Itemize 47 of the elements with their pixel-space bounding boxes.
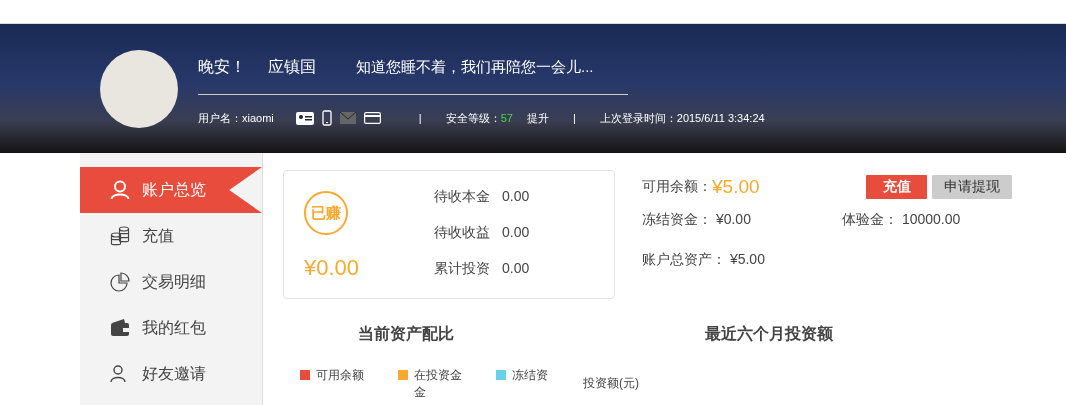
last-login: 上次登录时间：2015/6/11 3:34:24 xyxy=(599,110,765,126)
total-assets-label: 账户总资产： xyxy=(642,251,726,267)
stat-value: 0.00 xyxy=(502,260,530,278)
pie-chart-icon xyxy=(110,272,130,292)
stat-label: 累计投资 xyxy=(434,260,490,278)
security-label: 安全等级： xyxy=(445,110,501,126)
total-assets: ¥5.00 xyxy=(729,251,765,267)
available-balance: ¥5.00 xyxy=(712,176,760,198)
earned-amount: ¥0.00 xyxy=(304,255,361,281)
separator: | xyxy=(418,112,422,124)
stat-label: 待收本金 xyxy=(434,188,490,206)
coins-icon xyxy=(110,226,130,246)
separator: | xyxy=(572,112,576,124)
sidebar-item[interactable]: 充值 xyxy=(80,213,262,259)
legend-label: 冻结资 xyxy=(512,367,549,384)
username-label: 用户名： xyxy=(198,110,242,126)
legend-label: 在投资金金 xyxy=(414,367,463,401)
recharge-button[interactable]: 充值 xyxy=(866,175,927,199)
upgrade-link[interactable]: 提升 xyxy=(526,110,549,126)
trial-funds-label: 体验金： xyxy=(842,211,898,227)
available-balance-label: 可用余额： xyxy=(642,178,712,196)
username: xiaomi xyxy=(242,112,274,124)
sidebar-item[interactable]: 账户总览 xyxy=(80,167,262,213)
stat-value: 0.00 xyxy=(502,188,530,206)
greeting: 晚安！ xyxy=(198,57,246,77)
axis-label: 投资额(元) xyxy=(583,375,640,392)
stat-label: 待收收益 xyxy=(434,224,490,242)
earned-badge: 已赚 xyxy=(304,191,348,235)
security-level: 57 xyxy=(500,112,513,124)
user-icon xyxy=(110,180,130,200)
chart-title: 最近六个月投资额 xyxy=(705,324,834,344)
stat-value: 0.00 xyxy=(502,224,530,242)
wallet-icon xyxy=(110,319,130,337)
slogan: 知道您睡不着，我们再陪您一会儿... xyxy=(356,58,594,77)
sidebar-item[interactable]: 交易明细 xyxy=(80,259,262,305)
trial-funds: 10000.00 xyxy=(901,211,961,227)
bank-card-icon[interactable] xyxy=(363,112,381,124)
withdraw-button[interactable]: 申请提现 xyxy=(932,175,1012,199)
phone-icon[interactable] xyxy=(321,110,332,126)
sidebar-item[interactable]: 好友邀请 xyxy=(80,351,262,397)
legend-label: 可用余额 xyxy=(316,367,365,384)
id-card-icon[interactable] xyxy=(295,111,314,125)
frozen-funds: ¥0.00 xyxy=(715,211,751,227)
chart-title: 当前资产配比 xyxy=(358,324,455,344)
sidebar-item[interactable]: 我的红包 xyxy=(80,305,262,351)
user-name: 应镇国 xyxy=(268,57,316,77)
frozen-funds-label: 冻结资金： xyxy=(642,211,712,227)
